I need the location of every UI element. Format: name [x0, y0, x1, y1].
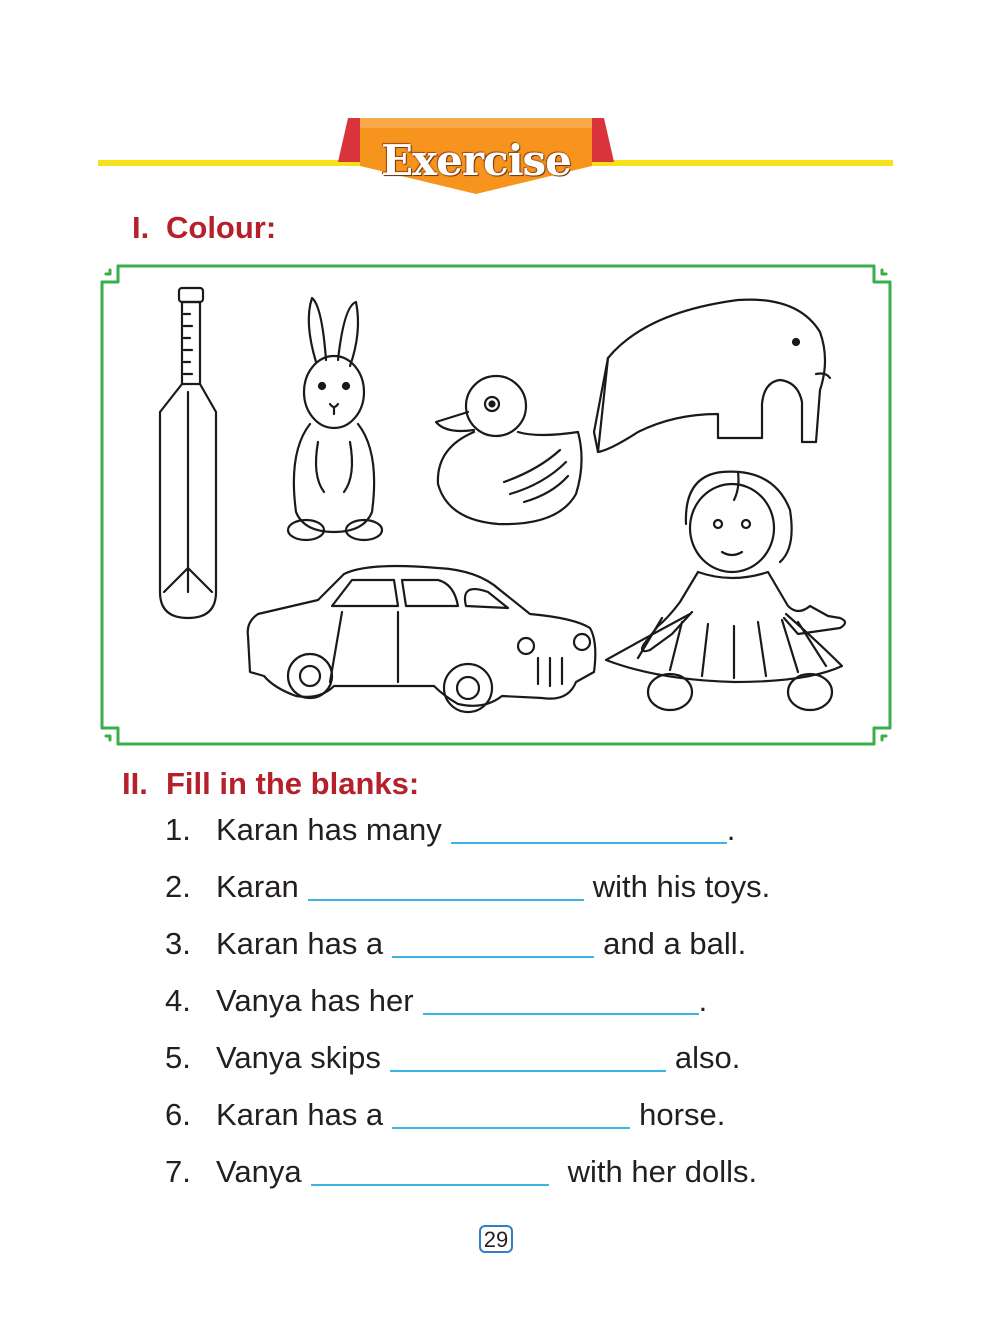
item-text-after: horse. [639, 1097, 726, 1132]
item-text-before: Karan has a [216, 926, 384, 961]
car-drawing [246, 564, 597, 714]
item-text-before: Karan has a [216, 1097, 384, 1132]
item-text-before: Vanya [216, 1154, 302, 1189]
fill-blanks-list: 1. Karan has many . 2. Karan with his to… [165, 812, 925, 1211]
item-number: 2. [165, 869, 191, 904]
duck-drawing [434, 374, 583, 526]
item-text-after: . [726, 812, 736, 847]
answer-blank[interactable] [422, 986, 699, 1015]
answer-blank[interactable] [392, 929, 595, 958]
elephant-drawing [592, 298, 832, 454]
item-text-before: Karan [216, 869, 299, 904]
section-number: I. [132, 210, 150, 245]
item-number: 7. [165, 1154, 191, 1189]
item-number: 5. [165, 1040, 191, 1075]
list-item: 6. Karan has a horse. [165, 1097, 925, 1154]
item-text-after: . [698, 983, 708, 1018]
item-text-before: Vanya has her [216, 983, 414, 1018]
cricket-bat-drawing [158, 286, 218, 620]
answer-blank[interactable] [389, 1043, 666, 1072]
item-number: 1. [165, 812, 191, 847]
doll-drawing [604, 470, 847, 712]
frame-border [100, 264, 892, 746]
item-number: 4. [165, 983, 191, 1018]
answer-blank[interactable] [310, 1157, 549, 1186]
item-number: 3. [165, 926, 191, 961]
section-title: Fill in the blanks: [166, 766, 420, 801]
item-number: 6. [165, 1097, 191, 1132]
page-number: 29 [479, 1225, 513, 1253]
answer-blank[interactable] [307, 872, 584, 901]
answer-blank[interactable] [392, 1100, 631, 1129]
section-colour-heading: I. Colour: [132, 210, 276, 246]
list-item: 7. Vanya with her dolls. [165, 1154, 925, 1211]
section-title: Colour: [166, 210, 277, 245]
item-text-after: and a ball. [603, 926, 747, 961]
item-text-before: Vanya skips [216, 1040, 381, 1075]
colouring-frame [98, 262, 894, 748]
banner-title: Exercise [381, 136, 572, 185]
section-number: II. [122, 766, 148, 801]
list-item: 2. Karan with his toys. [165, 869, 925, 926]
list-item: 4. Vanya has her . [165, 983, 925, 1040]
list-item: 5. Vanya skips also. [165, 1040, 925, 1097]
item-text-after: with his toys. [592, 869, 771, 904]
item-text-after: with her dolls. [567, 1154, 758, 1189]
answer-blank[interactable] [450, 815, 727, 844]
list-item: 3. Karan has a and a ball. [165, 926, 925, 983]
list-item: 1. Karan has many . [165, 812, 925, 869]
section-fill-blanks-heading: II. Fill in the blanks: [122, 766, 419, 802]
rabbit-drawing [286, 296, 384, 542]
item-text-after: also. [674, 1040, 741, 1075]
item-text-before: Karan has many [216, 812, 442, 847]
exercise-banner: Exercise [338, 118, 614, 194]
